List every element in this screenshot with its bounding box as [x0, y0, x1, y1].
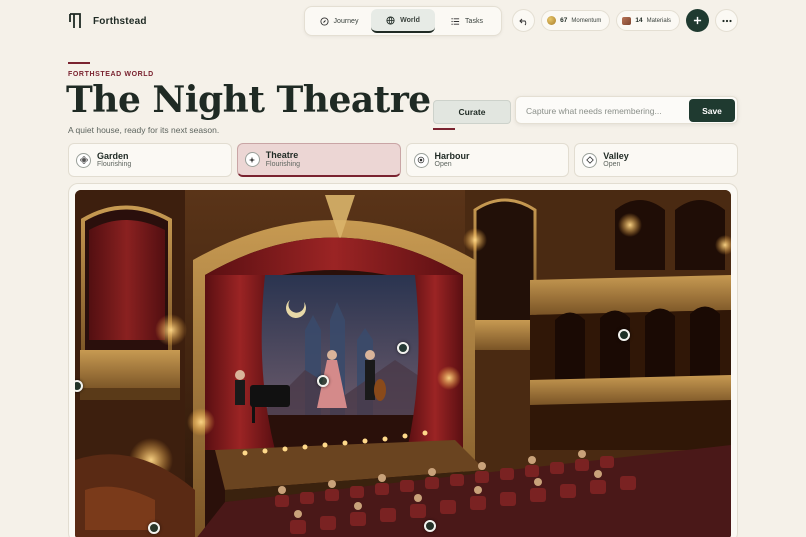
tab-harbour-name: Harbour [434, 150, 470, 161]
tab-harbour-status: Open [434, 161, 452, 169]
tab-valley[interactable]: Valley Open [574, 143, 738, 177]
tab-harbour[interactable]: Harbour Open [405, 143, 570, 177]
coin-icon [547, 16, 557, 25]
brand-name: Forthstead [93, 15, 147, 27]
compass-icon [319, 16, 329, 26]
materials-stat: 14 Materials [616, 10, 680, 31]
scene-hotspot[interactable] [424, 520, 436, 532]
accent-line [68, 62, 90, 64]
eyebrow: FORTHSTEAD WORLD [68, 71, 154, 78]
header-actions: 67 Momentum 14 Materials [512, 9, 738, 32]
momentum-stat: 67 Momentum [541, 10, 611, 31]
save-button[interactable]: Save [689, 99, 735, 122]
more-icon [721, 19, 732, 22]
nav-world[interactable]: World [371, 9, 435, 33]
tab-valley-name: Valley [603, 150, 629, 161]
materials-value: 14 [635, 17, 643, 24]
tab-garden[interactable]: Garden Flourishing [68, 143, 232, 177]
tab-garden-status: Flourishing [97, 161, 132, 169]
nav-world-label: World [400, 16, 420, 24]
main-nav: Journey World Tasks [304, 6, 502, 36]
brick-icon [622, 16, 632, 25]
nav-journey-label: Journey [333, 17, 359, 25]
curate-button[interactable]: Curate [433, 100, 511, 124]
theatre-illustration [75, 190, 731, 537]
location-tabs: Garden Flourishing Theatre Flourishing H… [68, 143, 738, 177]
momentum-label: Momentum [571, 17, 602, 24]
scene-hotspot[interactable] [618, 329, 630, 341]
theatre-scene [75, 190, 731, 537]
globe-icon [386, 15, 395, 25]
momentum-value: 67 [560, 17, 568, 24]
tab-theatre[interactable]: Theatre Flourishing [236, 143, 401, 177]
tab-garden-name: Garden [97, 150, 129, 161]
brand[interactable]: Forthstead [69, 12, 147, 30]
tab-theatre-status: Flourishing [265, 160, 300, 168]
forthstead-logo-icon [69, 13, 81, 28]
add-button[interactable] [686, 9, 709, 32]
flower-icon [76, 152, 91, 168]
target-icon [413, 152, 429, 168]
nav-tasks[interactable]: Tasks [435, 9, 499, 33]
undo-icon [518, 18, 526, 25]
nav-tasks-label: Tasks [465, 17, 483, 25]
diamond-icon [582, 152, 598, 168]
curate-underline [433, 128, 455, 130]
nav-journey[interactable]: Journey [307, 9, 371, 33]
materials-label: Materials [646, 17, 671, 24]
plus-icon [693, 16, 702, 25]
tab-theatre-name: Theatre [265, 150, 299, 161]
scene-hotspot[interactable] [317, 375, 329, 387]
page-subtitle: A quiet house, ready for its next season… [68, 125, 220, 135]
tab-valley-status: Open [603, 161, 621, 169]
list-icon [451, 17, 460, 25]
sparkle-icon [244, 152, 260, 167]
scene-hotspot[interactable] [397, 342, 409, 354]
capture-box: Save [515, 96, 738, 124]
undo-button[interactable] [512, 9, 536, 32]
more-button[interactable] [715, 9, 738, 32]
page-title: The Night Theatre [66, 79, 431, 121]
capture-input[interactable] [526, 104, 686, 118]
scene-hotspot[interactable] [148, 522, 160, 534]
